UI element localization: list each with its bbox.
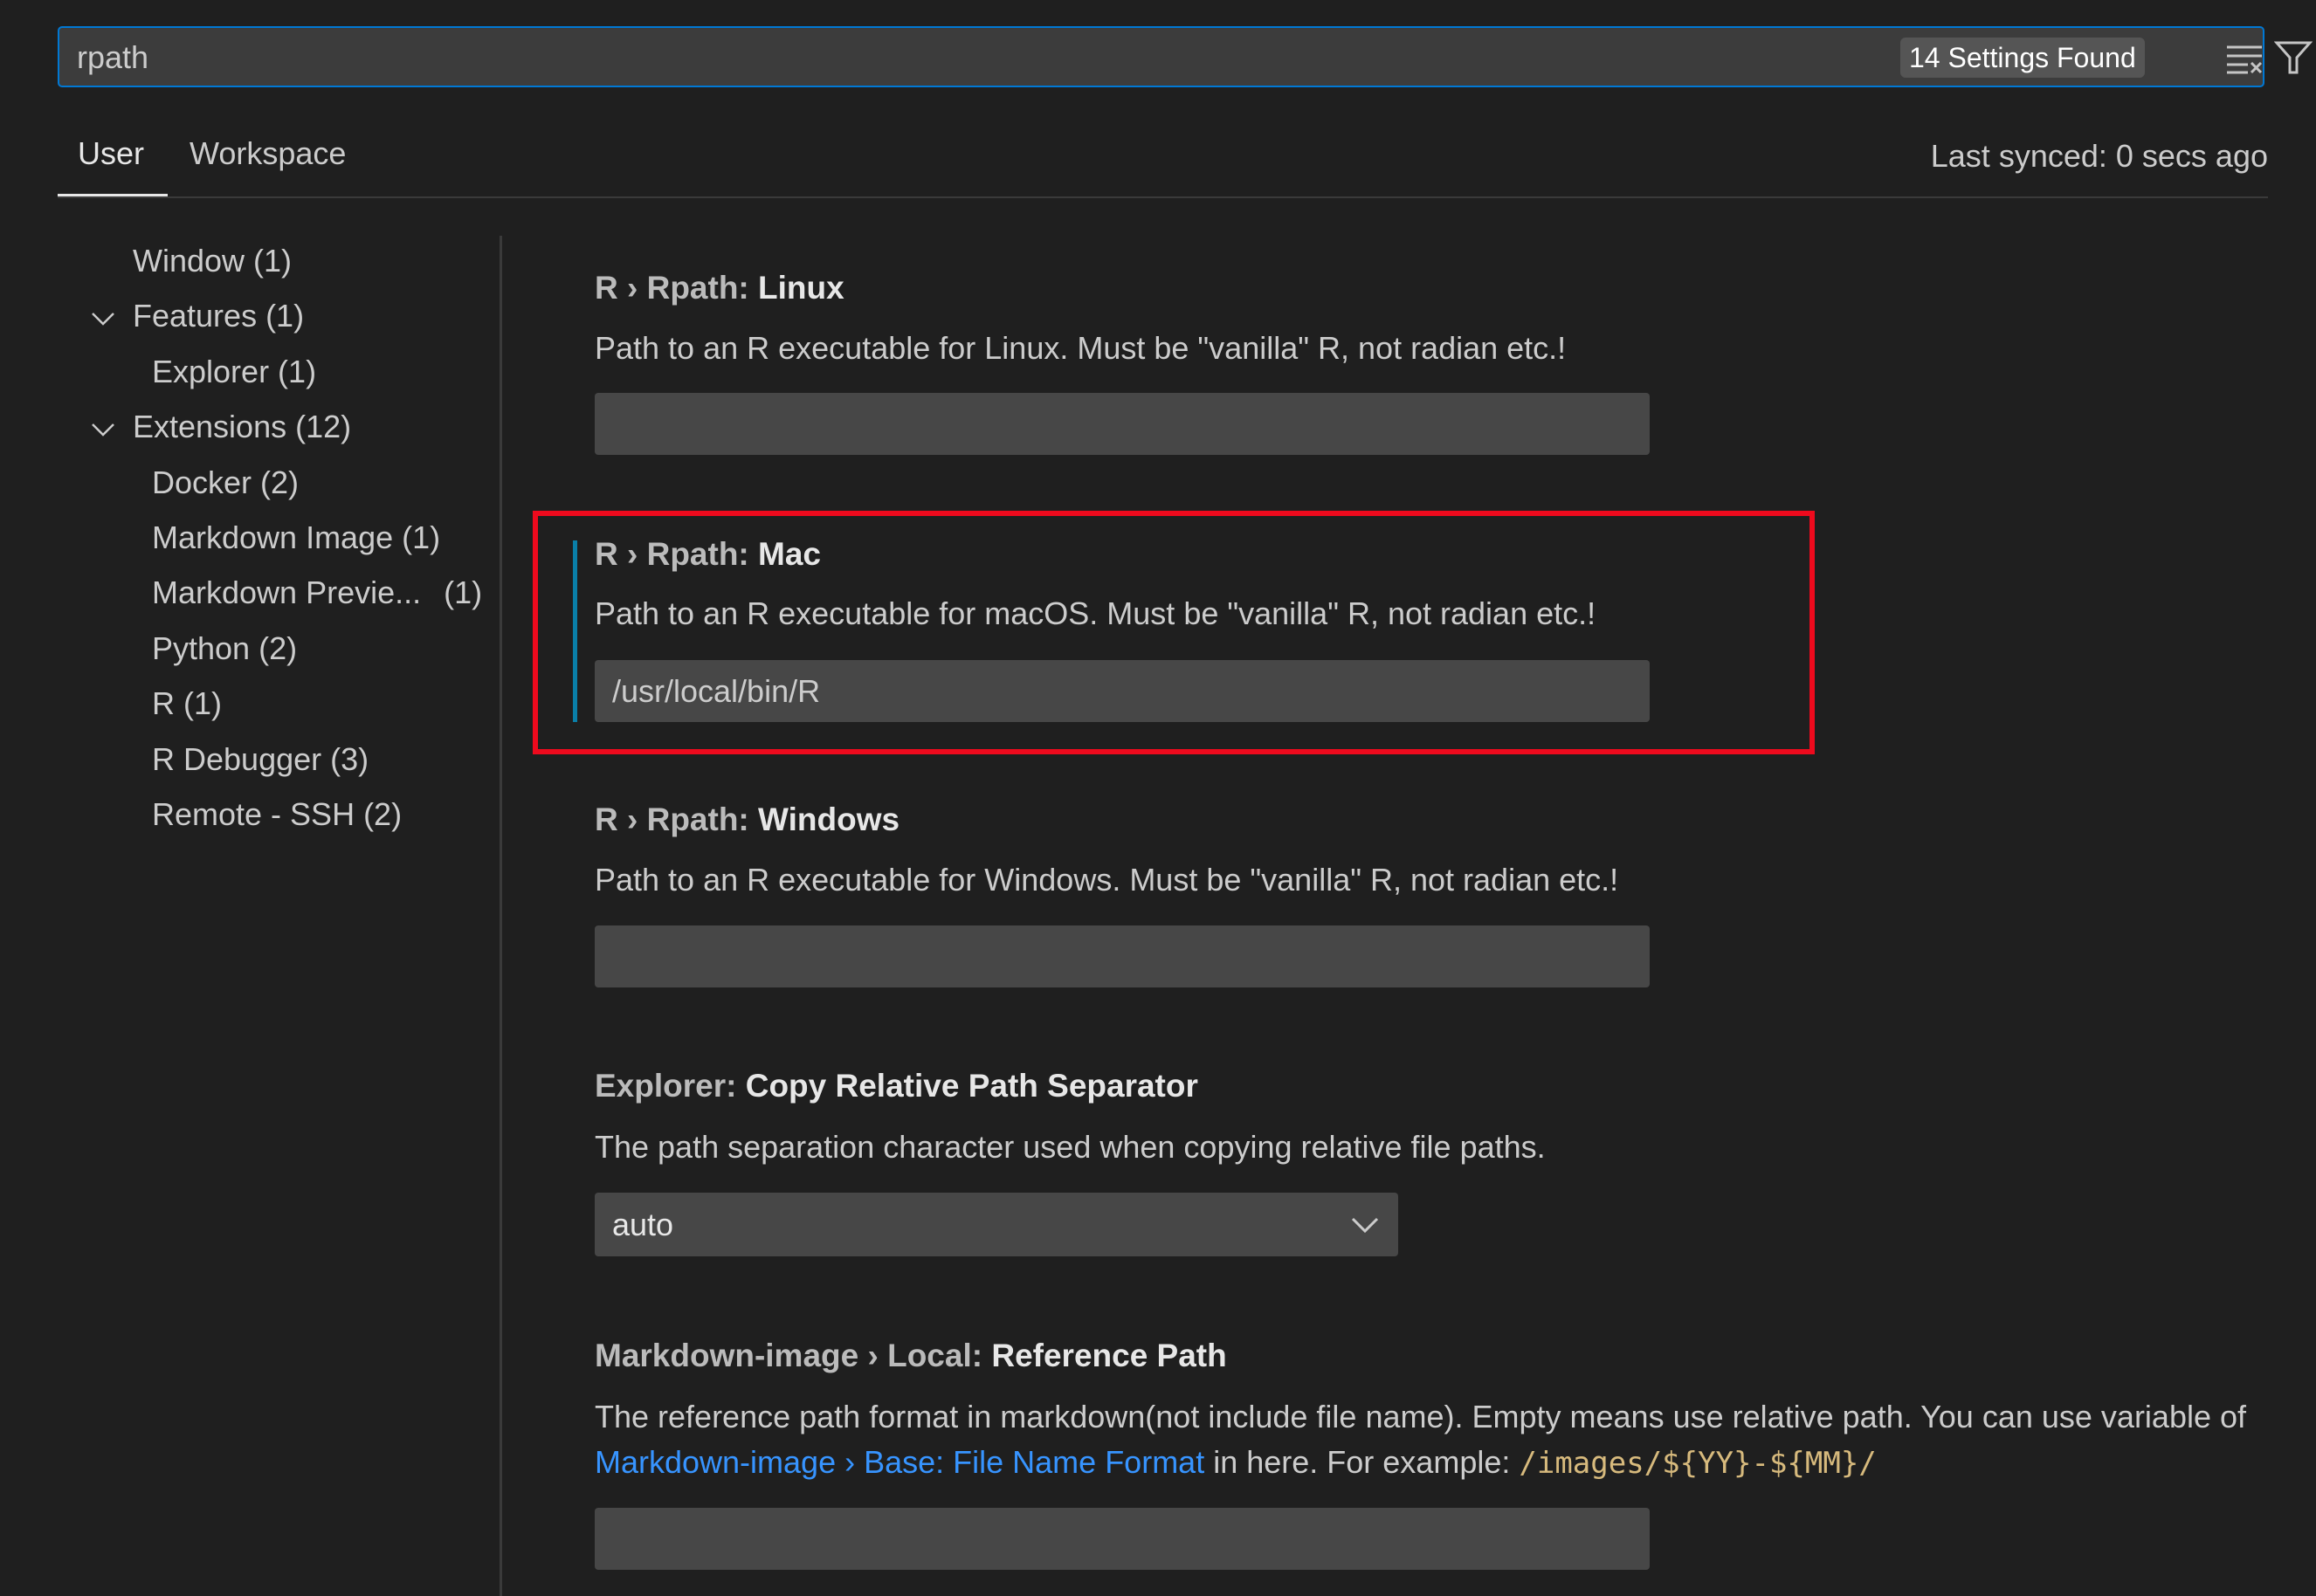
setting-name: Mac	[758, 536, 822, 572]
tab-divider	[58, 196, 2268, 198]
setting-category: Explorer:	[595, 1068, 746, 1104]
rpath-linux-input[interactable]	[595, 393, 1650, 455]
code-example: /images/${YY}-${MM}/	[1519, 1446, 1877, 1481]
sidebar-item-label: R (1)	[152, 685, 222, 722]
setting-category: Markdown-image › Local:	[595, 1338, 992, 1373]
sidebar-item-label: Window (1)	[133, 243, 293, 279]
search-input[interactable]	[75, 28, 1825, 87]
setting-description: The path separation character used when …	[595, 1129, 1546, 1165]
sidebar-item[interactable]: R Debugger (3)	[152, 741, 369, 778]
sidebar-item[interactable]: Docker (2)	[152, 464, 299, 501]
setting-name: Copy Relative Path Separator	[745, 1068, 1198, 1104]
setting-name: Reference Path	[991, 1338, 1227, 1373]
sidebar-divider[interactable]	[500, 236, 502, 1596]
tab-user[interactable]: User	[78, 135, 144, 172]
setting-title-copy-relative-path-separator: Explorer: Copy Relative Path Separator	[595, 1068, 1198, 1104]
sidebar-item-label: Remote - SSH (2)	[152, 796, 403, 832]
setting-description: Path to an R executable for Linux. Must …	[595, 330, 1567, 366]
results-count-badge: 14 Settings Found	[1900, 38, 2145, 78]
rpath-mac-input[interactable]	[595, 660, 1650, 722]
sidebar-item-label: Extensions (12)	[133, 409, 352, 445]
setting-description: Path to an R executable for Windows. Mus…	[595, 862, 1619, 898]
sidebar-item[interactable]: Window (1)	[133, 243, 292, 279]
last-synced-status: Last synced: 0 secs ago	[1930, 138, 2268, 174]
setting-title-reference-path: Markdown-image › Local: Reference Path	[595, 1338, 1227, 1374]
sidebar-item[interactable]: R (1)	[152, 685, 222, 722]
description-text: in here. For example:	[1204, 1444, 1520, 1480]
setting-title-rpath-mac: R › Rpath: Mac	[595, 536, 821, 573]
filter-icon[interactable]	[2274, 40, 2313, 75]
setting-description: Path to an R executable for macOS. Must …	[595, 595, 1596, 631]
setting-title-rpath-windows: R › Rpath: Windows	[595, 801, 900, 838]
reference-path-input[interactable]	[595, 1508, 1650, 1570]
setting-name: Windows	[758, 801, 900, 837]
select-value: auto	[612, 1207, 674, 1242]
sidebar-item[interactable]: Python (2)	[152, 630, 297, 667]
setting-category: R › Rpath:	[595, 801, 759, 837]
sidebar-item-label: Docker (2)	[152, 464, 300, 500]
sidebar-item-label: Features (1)	[133, 298, 305, 334]
sidebar-item-label: Explorer (1)	[152, 353, 317, 389]
sidebar-item[interactable]: Markdown Image (1)	[152, 519, 440, 556]
tab-workspace[interactable]: Workspace	[190, 135, 346, 172]
setting-link[interactable]: Markdown-image › Base: File Name Format	[595, 1444, 1204, 1480]
sidebar-item-count: (1)	[444, 574, 483, 611]
rpath-windows-input[interactable]	[595, 925, 1650, 987]
sidebar-item[interactable]: Explorer (1)	[152, 354, 316, 390]
setting-title-rpath-linux: R › Rpath: Linux	[595, 270, 844, 306]
sidebar-item[interactable]: Extensions (12)	[133, 409, 351, 445]
sidebar-item[interactable]: Markdown Previe... (1)	[152, 574, 482, 611]
setting-description: The reference path format in markdown(no…	[595, 1394, 2254, 1486]
sidebar-item[interactable]: Remote - SSH (2)	[152, 796, 402, 833]
chevron-down-icon[interactable]	[91, 417, 115, 442]
settings-search-box[interactable]: 14 Settings Found	[58, 26, 2313, 87]
sidebar-item-label: R Debugger (3)	[152, 740, 369, 777]
sidebar-item-label: Markdown Image (1)	[152, 519, 441, 555]
chevron-down-icon	[1351, 1217, 1379, 1234]
sidebar-item-label: Markdown Previe...	[152, 574, 422, 611]
setting-name: Linux	[758, 270, 844, 306]
chevron-down-icon[interactable]	[91, 306, 115, 331]
sidebar-item-label: Python (2)	[152, 629, 298, 666]
modified-indicator	[573, 540, 577, 722]
setting-category: R › Rpath:	[595, 536, 759, 572]
sidebar-item[interactable]: Features (1)	[133, 298, 304, 334]
path-separator-select[interactable]: auto	[595, 1193, 1398, 1256]
clear-filter-icon[interactable]	[2225, 42, 2264, 75]
description-text: The reference path format in markdown(no…	[595, 1399, 2247, 1434]
setting-category: R › Rpath:	[595, 270, 759, 306]
